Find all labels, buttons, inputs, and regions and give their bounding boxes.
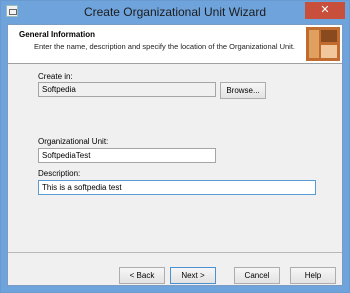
wizard-body: General Information Enter the name, desc… bbox=[7, 24, 343, 286]
wizard-banner-graphic bbox=[306, 27, 340, 61]
window-title: Create Organizational Unit Wizard bbox=[83, 5, 267, 19]
cancel-button[interactable]: Cancel bbox=[234, 267, 280, 284]
header-divider bbox=[8, 63, 342, 64]
browse-button[interactable]: Browse... bbox=[220, 82, 266, 99]
next-button[interactable]: Next > bbox=[170, 267, 216, 284]
description-input[interactable] bbox=[38, 180, 316, 195]
header-title: General Information bbox=[19, 30, 96, 39]
description-label: Description: bbox=[38, 169, 81, 178]
title-bar[interactable]: Create Organizational Unit Wizard ✕ bbox=[1, 1, 349, 24]
header-subtitle: Enter the name, description and specify … bbox=[34, 42, 295, 51]
wizard-header: General Information Enter the name, desc… bbox=[8, 25, 342, 63]
ou-name-input[interactable] bbox=[38, 148, 216, 163]
help-button[interactable]: Help bbox=[290, 267, 336, 284]
back-button[interactable]: < Back bbox=[119, 267, 165, 284]
footer-divider bbox=[8, 252, 342, 253]
create-in-field[interactable] bbox=[38, 82, 216, 97]
wizard-window: Create Organizational Unit Wizard ✕ Gene… bbox=[0, 0, 350, 293]
ou-label: Organizational Unit: bbox=[38, 137, 109, 146]
close-button[interactable]: ✕ bbox=[305, 2, 345, 19]
create-in-label: Create in: bbox=[38, 72, 73, 81]
